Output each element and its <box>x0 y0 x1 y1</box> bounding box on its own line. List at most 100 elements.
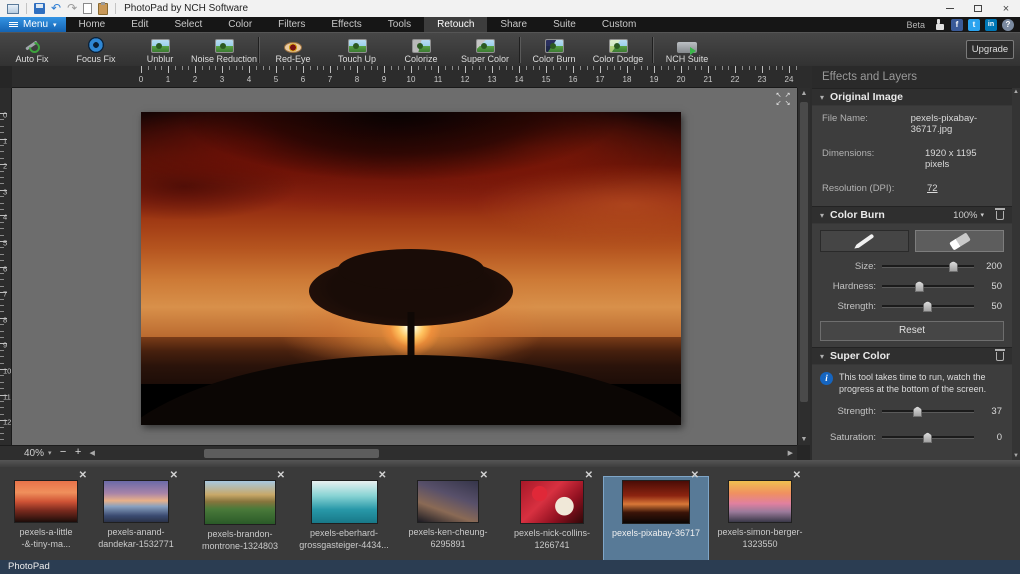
focus-fix-button[interactable]: Focus Fix <box>64 34 128 66</box>
tab-share[interactable]: Share <box>487 17 540 32</box>
nch-suite-button[interactable]: NCH Suite <box>655 34 719 66</box>
save-icon[interactable] <box>34 3 45 14</box>
tab-edit[interactable]: Edit <box>118 17 161 32</box>
hardness-slider[interactable] <box>882 280 974 292</box>
thumbnail-image[interactable] <box>311 480 378 524</box>
scroll-up-icon[interactable]: ▲ <box>798 90 810 97</box>
color-burn-section-header[interactable]: ▾ Color Burn 100% ▾ <box>812 206 1012 224</box>
tab-retouch[interactable]: Retouch <box>424 17 487 32</box>
zoom-in-button[interactable]: + <box>72 447 85 459</box>
thumbnail-image[interactable] <box>417 480 479 523</box>
close-icon[interactable]: ✕ <box>585 471 593 481</box>
thumbnail-image[interactable] <box>622 480 690 524</box>
horizontal-scrollbar-track[interactable] <box>99 448 784 459</box>
panel-scrollbar[interactable]: ▲ ▼ <box>1012 88 1020 460</box>
thumbnail-item[interactable]: ✕ pexels-brandon-montrone-1324803 <box>188 477 292 560</box>
twitter-icon[interactable]: t <box>968 19 980 31</box>
close-icon[interactable]: ✕ <box>793 471 801 481</box>
tab-home[interactable]: Home <box>66 17 119 32</box>
thumbnail-image[interactable] <box>204 480 276 525</box>
tab-suite[interactable]: Suite <box>540 17 589 32</box>
thumbs-up-icon[interactable] <box>934 19 946 31</box>
slider-thumb[interactable] <box>915 281 924 292</box>
fit-to-screen-icon[interactable]: ↖↗↙↘ <box>774 92 792 108</box>
tab-color[interactable]: Color <box>215 17 265 32</box>
maximize-button[interactable] <box>964 0 992 17</box>
close-icon[interactable]: ✕ <box>79 471 87 481</box>
brush-tool-button[interactable] <box>820 230 909 252</box>
help-icon[interactable]: ? <box>1002 19 1014 31</box>
scroll-right-icon[interactable]: ▶ <box>788 449 793 457</box>
thumbnail-item[interactable]: ✕ pexels-simon-berger-1323550 <box>708 477 812 560</box>
noise-reduction-button[interactable]: Noise Reduction <box>192 34 256 66</box>
thumbnail-item[interactable]: ✕ pexels-nick-collins-1266741 <box>500 477 604 560</box>
thumbnail-item-selected[interactable]: ✕ pexels-pixabay-36717 <box>604 477 708 560</box>
thumbnail-image[interactable] <box>103 480 169 523</box>
tab-select[interactable]: Select <box>161 17 215 32</box>
tab-effects[interactable]: Effects <box>318 17 374 32</box>
new-document-icon[interactable] <box>83 3 92 14</box>
thumbnail-image[interactable] <box>728 480 792 523</box>
slider-thumb[interactable] <box>923 432 932 443</box>
paste-icon[interactable] <box>98 3 108 15</box>
scroll-up-icon[interactable]: ▲ <box>1012 89 1020 95</box>
canvas-workspace[interactable]: ↖↗↙↘ <box>12 88 797 445</box>
collapse-icon[interactable]: ▾ <box>820 352 824 361</box>
redo-icon[interactable]: ↷ <box>67 3 77 14</box>
close-icon[interactable]: ✕ <box>170 471 178 481</box>
colorize-button[interactable]: Colorize <box>389 34 453 66</box>
close-icon[interactable]: ✕ <box>378 471 386 481</box>
vertical-scrollbar-thumb[interactable] <box>800 102 808 402</box>
opacity-dropdown[interactable]: 100% ▾ <box>953 210 984 221</box>
slider-thumb[interactable] <box>949 261 958 272</box>
photo-canvas[interactable] <box>141 112 681 425</box>
touch-up-button[interactable]: Touch Up <box>325 34 389 66</box>
tab-tools[interactable]: Tools <box>375 17 424 32</box>
menu-button[interactable]: Menu ▾ <box>0 17 66 32</box>
filmstrip-divider[interactable]: ▾ <box>0 460 1020 467</box>
vertical-scrollbar[interactable]: ▲ ▼ <box>797 88 810 445</box>
resolution-value-link[interactable]: 72 <box>927 183 938 194</box>
linkedin-icon[interactable]: in <box>985 19 997 31</box>
thumbnail-image[interactable] <box>14 480 78 523</box>
tab-custom[interactable]: Custom <box>589 17 649 32</box>
minimize-button[interactable] <box>936 0 964 17</box>
slider-thumb[interactable] <box>913 406 922 417</box>
red-eye-button[interactable]: Red-Eye <box>261 34 325 66</box>
strength-slider[interactable] <box>882 300 974 312</box>
collapse-icon[interactable]: ▾ <box>820 93 824 102</box>
scroll-left-icon[interactable]: ◀ <box>90 449 95 457</box>
thumbnail-item[interactable]: ✕ pexels-eberhard-grossgasteiger-4434... <box>292 477 396 560</box>
scroll-down-icon[interactable]: ▼ <box>1012 453 1020 459</box>
color-burn-reset-button[interactable]: Reset <box>820 321 1004 341</box>
close-icon[interactable]: ✕ <box>480 471 488 481</box>
delete-effect-icon[interactable] <box>996 352 1004 361</box>
slider-thumb[interactable] <box>923 301 932 312</box>
scroll-down-icon[interactable]: ▼ <box>798 436 810 443</box>
color-dodge-button[interactable]: Color Dodge <box>586 34 650 66</box>
zoom-dropdown-icon[interactable]: ▾ <box>48 449 52 457</box>
original-image-section-header[interactable]: ▾ Original Image <box>812 88 1012 106</box>
saturation-slider[interactable] <box>882 431 974 443</box>
close-button[interactable]: × <box>992 0 1020 17</box>
zoom-level[interactable]: 40% <box>24 448 44 459</box>
unblur-button[interactable]: Unblur <box>128 34 192 66</box>
eraser-tool-button[interactable] <box>915 230 1004 252</box>
zoom-out-button[interactable]: − <box>57 447 70 459</box>
facebook-icon[interactable]: f <box>951 19 963 31</box>
size-slider[interactable] <box>882 260 974 272</box>
auto-fix-button[interactable]: Auto Fix <box>0 34 64 66</box>
close-icon[interactable]: ✕ <box>277 471 285 481</box>
sc-strength-slider[interactable] <box>882 405 974 417</box>
delete-effect-icon[interactable] <box>996 211 1004 220</box>
collapse-icon[interactable]: ▾ <box>820 211 824 220</box>
horizontal-scrollbar-thumb[interactable] <box>204 449 379 458</box>
upgrade-button[interactable]: Upgrade <box>966 40 1014 59</box>
super-color-button[interactable]: Super Color <box>453 34 517 66</box>
thumbnail-item[interactable]: ✕ pexels-anand-dandekar-1532771 <box>84 477 188 560</box>
super-color-section-header[interactable]: ▾ Super Color <box>812 347 1012 365</box>
thumbnail-item[interactable]: ✕ pexels-ken-cheung-6295891 <box>396 477 500 560</box>
thumbnail-image[interactable] <box>520 480 584 524</box>
color-burn-button[interactable]: Color Burn <box>522 34 586 66</box>
thumbnail-item[interactable]: ✕ pexels-a-little-&-tiny-ma... <box>8 477 84 560</box>
